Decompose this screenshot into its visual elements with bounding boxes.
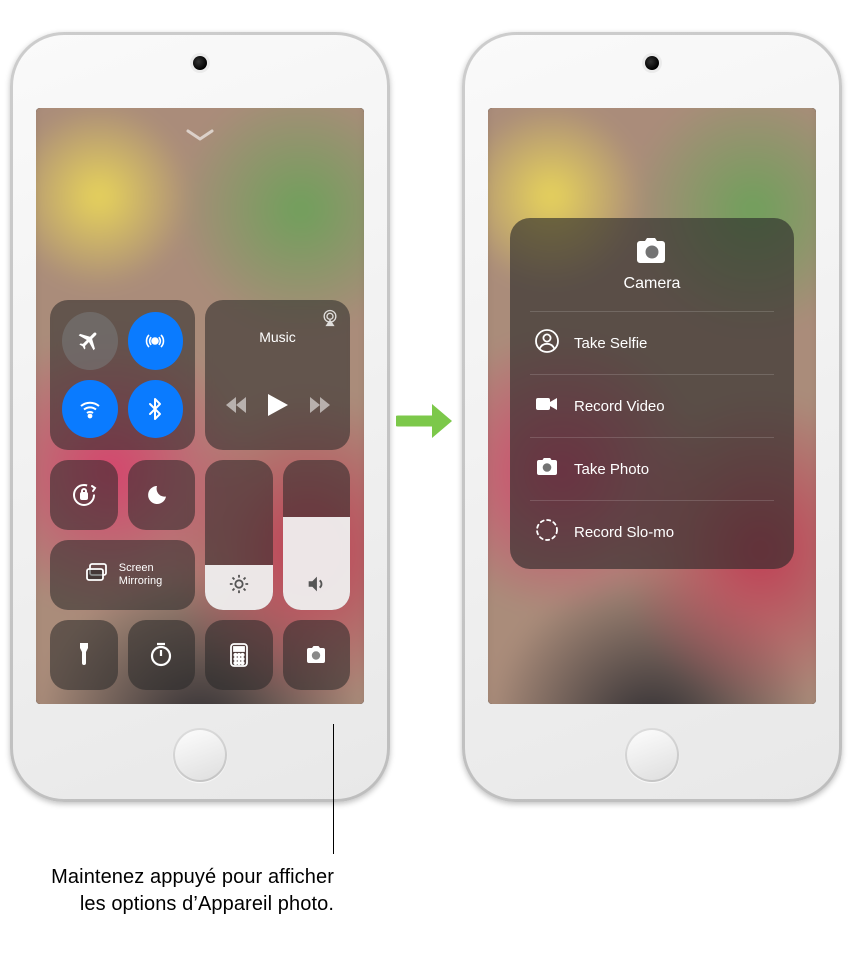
bluetooth-button[interactable] <box>128 380 184 438</box>
camera-action-label: Take Selfie <box>574 335 647 352</box>
camera-menu-title: Camera <box>530 275 774 293</box>
home-button-right[interactable] <box>625 728 679 782</box>
camera-icon <box>634 253 670 270</box>
camera-action-slomo[interactable]: Record Slo-mo <box>530 500 774 563</box>
connectivity-platter[interactable] <box>50 300 195 450</box>
screen-mirroring-icon <box>83 559 111 592</box>
callout-leader-line <box>333 724 334 854</box>
slomo-icon <box>534 517 560 547</box>
previous-track-button[interactable] <box>226 397 246 418</box>
next-track-button[interactable] <box>310 397 330 418</box>
camera-action-selfie[interactable]: Take Selfie <box>530 311 774 374</box>
orientation-lock-button[interactable] <box>50 460 118 530</box>
callout-text: Maintenez appuyé pour afficher les optio… <box>34 864 334 918</box>
airplane-mode-button[interactable] <box>62 312 118 370</box>
brightness-icon <box>228 573 250 600</box>
control-center-grid: Music <box>50 300 350 690</box>
screen-mirroring-label: Screen Mirroring <box>119 562 162 588</box>
selfie-icon <box>534 328 560 358</box>
play-button[interactable] <box>268 394 288 421</box>
wifi-button[interactable] <box>62 380 118 438</box>
home-button-left[interactable] <box>173 728 227 782</box>
camera-quick-menu: Camera Take Selfie Record Video <box>510 218 794 569</box>
volume-slider[interactable] <box>283 460 351 610</box>
video-icon <box>534 391 560 421</box>
camera-action-label: Record Slo-mo <box>574 524 674 541</box>
music-transport <box>226 394 330 421</box>
camera-button[interactable] <box>283 620 351 690</box>
airdrop-button[interactable] <box>128 312 184 370</box>
volume-icon <box>305 573 327 600</box>
music-title: Music <box>259 329 296 345</box>
screen-left: Music <box>36 108 364 704</box>
photo-icon <box>534 454 560 484</box>
dismiss-chevron-icon[interactable] <box>185 128 215 142</box>
front-camera <box>645 56 659 70</box>
timer-button[interactable] <box>128 620 196 690</box>
calculator-button[interactable] <box>205 620 273 690</box>
screen-mirroring-button[interactable]: Screen Mirroring <box>50 540 195 610</box>
device-left: Music <box>10 32 390 802</box>
camera-action-label: Take Photo <box>574 461 649 478</box>
device-right: Camera Take Selfie Record Video <box>462 32 842 802</box>
front-camera <box>193 56 207 70</box>
airplay-icon[interactable] <box>320 308 340 333</box>
camera-action-video[interactable]: Record Video <box>530 374 774 437</box>
flashlight-button[interactable] <box>50 620 118 690</box>
brightness-slider[interactable] <box>205 460 273 610</box>
screen-right: Camera Take Selfie Record Video <box>488 108 816 704</box>
camera-action-photo[interactable]: Take Photo <box>530 437 774 500</box>
camera-menu-header: Camera <box>530 236 774 293</box>
do-not-disturb-button[interactable] <box>128 460 196 530</box>
music-platter[interactable]: Music <box>205 300 350 450</box>
flow-arrow-icon <box>396 398 456 444</box>
camera-action-label: Record Video <box>574 398 665 415</box>
